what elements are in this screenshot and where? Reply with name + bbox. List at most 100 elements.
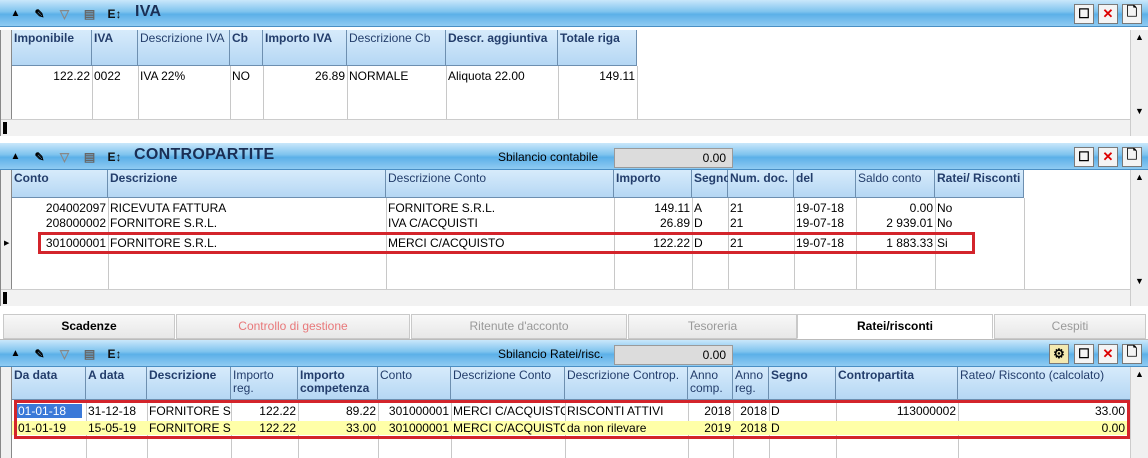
scroll-up-icon[interactable]: ▲ [1135, 172, 1144, 182]
cell-importo-competenza: 89.22 [345, 404, 376, 418]
tab-scadenze[interactable]: Scadenze [3, 314, 175, 339]
ratei-panel: ▲ ✎ ▽ ▤ E↕ Sbilancio Ratei/risc. 0.00 ⚙ … [0, 340, 1148, 458]
col-imponibile[interactable]: Imponibile [12, 30, 92, 66]
cell-segno: A [694, 201, 703, 215]
col-anno-comp[interactable]: Anno comp. [688, 367, 733, 400]
col-descr-aggiuntiva[interactable]: Descr. aggiuntiva [446, 30, 558, 66]
col-descrizione[interactable]: Descrizione [147, 367, 231, 400]
columns-icon[interactable]: ▤ [80, 147, 99, 166]
col-contropartita[interactable]: Contropartita [836, 367, 958, 400]
close-icon[interactable]: ✕ [1098, 147, 1118, 167]
tab-ritenute-acconto[interactable]: Ritenute d'acconto [411, 314, 627, 339]
iva-grid: Imponibile IVA Descrizione IVA Cb Import… [0, 30, 1131, 136]
col-num-doc[interactable]: Num. doc. [728, 170, 794, 198]
table-row-selected[interactable]: 301000001 FORNITORE S.R.L. MERCI C/ACQUI… [12, 236, 1024, 250]
cell-num-doc: 21 [730, 201, 744, 215]
table-row[interactable]: 01-01-18 31-12-18 FORNITORE S 122.22 89.… [12, 404, 1127, 418]
scroll-up-icon[interactable]: ▲ [1135, 32, 1144, 42]
scroll-up-icon[interactable]: ▲ [1135, 369, 1144, 379]
edit-list-icon[interactable]: ✎ [30, 344, 49, 363]
cell-rateo-risconto: 0.00 [1101, 421, 1125, 435]
settings-gear-icon[interactable]: ⚙ [1049, 344, 1069, 364]
close-icon[interactable]: ✕ [1098, 4, 1118, 24]
sbilancio-value: 0.00 [614, 345, 733, 365]
col-descrizione-iva[interactable]: Descrizione IVA [138, 30, 230, 66]
col-descrizione-controp[interactable]: Descrizione Controp. [565, 367, 688, 400]
col-ratei-risconti[interactable]: Ratei/ Risconti [935, 170, 1024, 198]
filter-icon[interactable]: ▽ [55, 4, 74, 23]
col-descrizione-conto[interactable]: Descrizione Conto [386, 170, 614, 198]
vertical-scrollbar[interactable]: ▲ ▼ [1130, 170, 1148, 306]
horizontal-scrollbar[interactable] [1, 289, 1131, 306]
vertical-scrollbar[interactable]: ▲ ▼ [1130, 30, 1148, 136]
col-conto[interactable]: Conto [378, 367, 451, 400]
cell-da-data[interactable]: 01-01-18 [16, 404, 82, 418]
cell-conto: 204002097 [45, 201, 106, 215]
cell-anno-comp: 2018 [704, 404, 731, 418]
columns-icon[interactable]: ▤ [80, 344, 99, 363]
table-row[interactable]: 01-01-19 15-05-19 FORNITORE S 122.22 33.… [12, 421, 1127, 435]
maximize-icon[interactable]: ☐ [1074, 344, 1094, 364]
table-row[interactable]: 208000002 FORNITORE S.R.L. IVA C/ACQUIST… [12, 216, 1024, 230]
edit-list-icon[interactable]: ✎ [30, 4, 49, 23]
col-segno[interactable]: Segno [692, 170, 731, 198]
close-icon[interactable]: ✕ [1098, 344, 1118, 364]
col-conto[interactable]: Conto [12, 170, 108, 198]
cell-imponibile: 122.22 [53, 69, 90, 83]
col-da-data[interactable]: Da data [12, 367, 86, 400]
col-iva[interactable]: IVA [92, 30, 138, 66]
cell-anno-comp: 2019 [704, 421, 731, 435]
new-doc-icon[interactable]: 🗋 [1122, 4, 1142, 24]
col-descrizione-conto[interactable]: Descrizione Conto [451, 367, 565, 400]
filter-icon[interactable]: ▽ [55, 147, 74, 166]
col-importo-competenza[interactable]: Importo competenza [298, 367, 378, 400]
cell-importo: 26.89 [659, 216, 690, 230]
export-icon[interactable]: E↕ [105, 147, 124, 166]
col-anno-reg[interactable]: Anno reg. [733, 367, 769, 400]
tab-controllo-di-gestione[interactable]: Controllo di gestione [176, 314, 410, 339]
col-totale-riga[interactable]: Totale riga [558, 30, 637, 66]
scroll-down-icon[interactable]: ▼ [1135, 106, 1144, 116]
cell-segno: D [694, 236, 703, 250]
new-doc-icon[interactable]: 🗋 [1122, 344, 1142, 364]
tab-cespiti[interactable]: Cespiti [994, 314, 1146, 339]
col-importo-reg[interactable]: Importo reg. [231, 367, 298, 400]
cell-ratei-risconti: No [937, 201, 953, 215]
filter-icon[interactable]: ▽ [55, 344, 74, 363]
scroll-down-icon[interactable]: ▼ [1135, 276, 1144, 286]
col-descrizione[interactable]: Descrizione [108, 170, 386, 198]
maximize-icon[interactable]: ☐ [1074, 4, 1094, 24]
col-cb[interactable]: Cb [230, 30, 263, 66]
vertical-scrollbar[interactable]: ▲ [1130, 367, 1148, 458]
new-doc-icon[interactable]: 🗋 [1122, 147, 1142, 167]
col-rateo-risconto[interactable]: Rateo/ Risconto (calcolato) [958, 367, 1131, 400]
col-saldo-conto[interactable]: Saldo conto [856, 170, 935, 198]
col-importo-iva[interactable]: Importo IVA [263, 30, 347, 66]
cell-conto: 301000001 [388, 404, 449, 418]
col-a-data[interactable]: A data [86, 367, 147, 400]
tab-tesoreria[interactable]: Tesoreria [628, 314, 797, 339]
cell-conto: 301000001 [45, 236, 106, 250]
edit-list-icon[interactable]: ✎ [30, 147, 49, 166]
collapse-up-icon[interactable]: ▲ [6, 4, 25, 23]
col-descrizione-cb[interactable]: Descrizione Cb [347, 30, 446, 66]
horizontal-scrollbar[interactable] [1, 119, 1131, 136]
tab-ratei-risconti[interactable]: Ratei/risconti [797, 314, 993, 339]
cell-descrizione-conto: MERCI C/ACQUISTO [388, 236, 505, 250]
cell-contropartita [836, 421, 958, 435]
cell-a-data: 15-05-19 [88, 421, 137, 435]
columns-icon[interactable]: ▤ [80, 4, 99, 23]
export-icon[interactable]: E↕ [105, 4, 124, 23]
cell-descrizione: FORNITORE S [149, 404, 231, 418]
cell-ratei-risconti: Si [937, 236, 948, 250]
table-row[interactable]: 204002097 RICEVUTA FATTURA FORNITORE S.R… [12, 201, 1024, 215]
col-importo[interactable]: Importo [614, 170, 692, 198]
col-segno[interactable]: Segno [769, 367, 836, 400]
cell-totale-riga: 149.11 [599, 69, 635, 83]
table-row[interactable]: 122.22 0022 IVA 22% NO 26.89 NORMALE Ali… [12, 69, 712, 83]
col-del[interactable]: del [794, 170, 856, 198]
export-icon[interactable]: E↕ [105, 344, 124, 363]
collapse-up-icon[interactable]: ▲ [6, 344, 25, 363]
maximize-icon[interactable]: ☐ [1074, 147, 1094, 167]
collapse-up-icon[interactable]: ▲ [6, 147, 25, 166]
